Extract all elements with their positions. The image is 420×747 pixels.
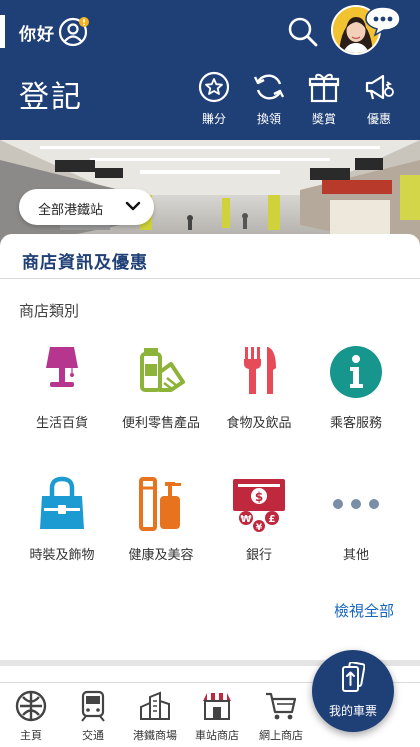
search-icon[interactable] <box>287 16 319 48</box>
category-label: 乘客服務 <box>329 416 382 431</box>
nav-label: 車站商店 <box>195 729 239 742</box>
info-icon <box>330 346 382 398</box>
redeem-label: 換領 <box>256 112 281 126</box>
station-dropdown-value: 全部港鐵站 <box>38 203 104 218</box>
category-fashion[interactable]: 時裝及飾物 <box>12 474 112 563</box>
chat-bubble-icon[interactable] <box>364 5 402 37</box>
offers-button[interactable]: 優惠 <box>354 70 404 127</box>
greeting-text: 你好 <box>19 25 55 45</box>
nav-label: 網上商店 <box>259 729 303 742</box>
my-ticket-label: 我的車票 <box>328 704 377 718</box>
nav-transport[interactable]: 交通 <box>62 689 124 743</box>
mall-buildings-icon <box>140 691 170 720</box>
category-food[interactable]: 食物及飲品 <box>209 342 309 431</box>
profile-icon[interactable] <box>58 15 90 47</box>
nav-label: 港鐵商場 <box>133 729 177 742</box>
lamp-icon <box>46 347 78 387</box>
shop-info-card: 商店資訊及優惠 商店類別 生活百貨 便利零售產品 食物及飲品 乘客服務 時裝及飾… <box>0 234 420 664</box>
ticket-card-icon <box>342 662 365 692</box>
category-label: 生活百貨 <box>35 416 88 431</box>
category-label: 食物及飲品 <box>226 416 292 431</box>
star-coin-icon <box>198 71 230 103</box>
redeem-button[interactable]: 換領 <box>244 70 294 127</box>
nav-station-shops[interactable]: 車站商店 <box>186 689 248 743</box>
more-dots-icon <box>333 499 379 509</box>
nav-malls[interactable]: 港鐵商場 <box>124 689 186 743</box>
category-label: 時裝及飾物 <box>29 548 95 563</box>
category-label: 健康及美容 <box>128 548 194 563</box>
category-health-beauty[interactable]: 健康及美容 <box>111 474 211 563</box>
category-banks[interactable]: $ ₩ £ ¥ 銀行 <box>209 474 309 563</box>
nav-label: 主頁 <box>20 729 42 742</box>
svg-text:£: £ <box>269 514 276 525</box>
rewards-button[interactable]: 獎賞 <box>299 70 349 127</box>
bank-money-icon: $ ₩ £ ¥ <box>233 479 285 533</box>
mtr-logo-icon <box>15 690 47 722</box>
view-all-link[interactable]: 檢視全部 <box>334 600 394 621</box>
category-convenience[interactable]: 便利零售產品 <box>111 342 211 431</box>
category-household[interactable]: 生活百貨 <box>12 342 112 431</box>
accent-bar <box>0 15 5 48</box>
megaphone-icon <box>365 74 394 100</box>
offers-label: 優惠 <box>366 112 391 126</box>
category-label: 銀行 <box>245 548 272 563</box>
fork-knife-icon <box>244 347 276 394</box>
train-icon <box>81 690 105 722</box>
svg-text:$: $ <box>255 490 263 504</box>
station-dropdown[interactable]: 全部港鐵站 <box>19 189 154 225</box>
cart-icon <box>266 692 297 720</box>
category-others[interactable]: 其他 <box>306 474 406 563</box>
nav-online-shop[interactable]: 網上商店 <box>250 689 312 743</box>
category-label: 其他 <box>342 548 369 563</box>
earn-points-button[interactable]: 賺分 <box>189 70 239 127</box>
nav-label: 交通 <box>82 729 104 742</box>
shop-icon <box>203 693 231 720</box>
divider <box>0 278 420 279</box>
header: 你好 登記 賺分 換領 獎賞 優惠 <box>0 0 420 140</box>
chevron-down-icon <box>125 201 141 211</box>
category-passenger-services[interactable]: 乘客服務 <box>306 342 406 431</box>
section-title: 商店資訊及優惠 <box>22 253 148 273</box>
earn-points-label: 賺分 <box>201 112 226 126</box>
my-ticket-button[interactable]: 我的車票 <box>312 650 394 732</box>
rewards-label: 獎賞 <box>311 112 336 126</box>
handbag-icon <box>40 476 84 529</box>
convenience-goods-icon <box>140 348 185 392</box>
svg-text:₩: ₩ <box>240 514 251 525</box>
page-title: 登記 <box>19 80 83 115</box>
gift-icon <box>308 73 340 103</box>
svg-text:¥: ¥ <box>256 523 263 533</box>
category-heading: 商店類別 <box>19 302 80 320</box>
cosmetics-icon <box>139 477 181 531</box>
nav-home[interactable]: 主頁 <box>0 689 62 743</box>
category-label: 便利零售產品 <box>121 416 200 431</box>
refresh-icon <box>253 74 285 100</box>
